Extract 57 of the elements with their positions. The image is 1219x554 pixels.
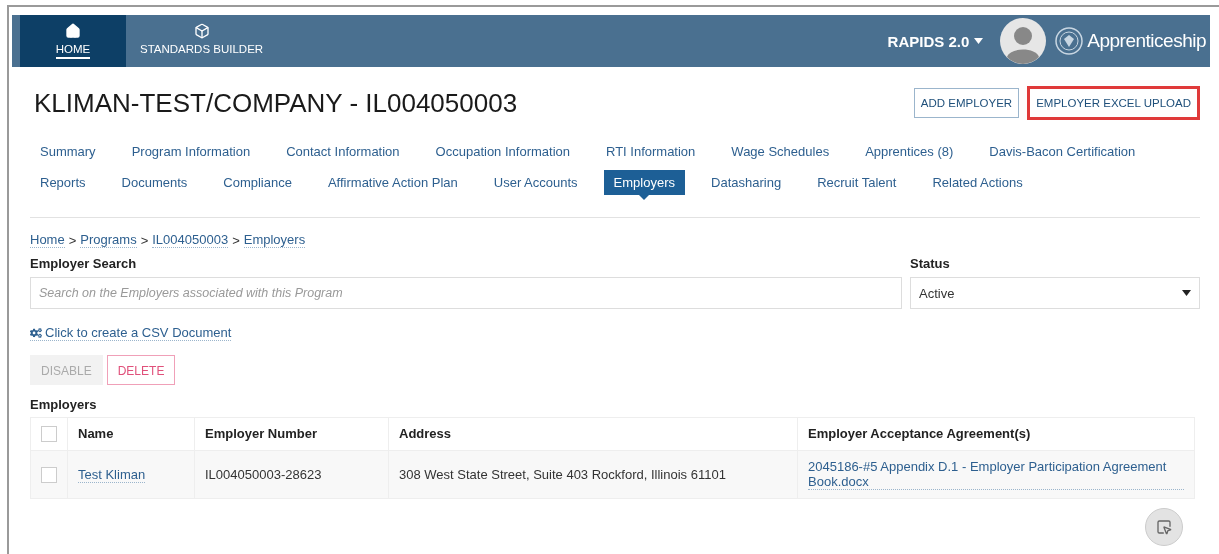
search-field[interactable]: Search on the Employers associated with this Program xyxy=(30,277,902,309)
column-header: Name xyxy=(67,417,195,451)
section-tab[interactable]: RTI Information xyxy=(596,139,706,164)
column-header: Employer Acceptance Agreement(s) xyxy=(797,417,1195,451)
section-tab[interactable]: Occupation Information xyxy=(425,139,580,164)
section-tab[interactable]: Contact Information xyxy=(276,139,410,164)
product-menu[interactable]: RAPIDS 2.0 xyxy=(881,15,990,67)
section-tab[interactable]: Wage Schedules xyxy=(721,139,840,164)
section-tab[interactable]: Recruit Talent xyxy=(807,170,907,195)
breadcrumb-link[interactable]: IL004050003 xyxy=(152,232,229,248)
status-dropdown[interactable]: Active xyxy=(910,277,1200,309)
nav-tab[interactable]: HOME xyxy=(20,15,126,67)
pointer-icon xyxy=(1156,519,1172,535)
caret-icon xyxy=(974,38,984,44)
breadcrumb-link[interactable]: Programs xyxy=(80,232,137,248)
avatar-icon[interactable] xyxy=(999,17,1048,65)
breadcrumb-separator: > xyxy=(68,232,77,248)
breadcrumb-link[interactable]: Employers xyxy=(243,232,306,248)
nav-tab[interactable]: STANDARDS BUILDER xyxy=(126,15,278,67)
bulk-action-button[interactable]: DELETE xyxy=(106,354,176,385)
column-header: Address xyxy=(388,417,798,451)
pointer-button[interactable] xyxy=(1145,508,1183,546)
breadcrumb-separator: > xyxy=(232,232,240,248)
breadcrumb-separator: > xyxy=(140,232,149,248)
table-cell: 308 West State Street, Suite 403 Rockford, Illinois 61101 xyxy=(388,450,798,499)
action-button[interactable]: ADD EMPLOYER xyxy=(913,88,1020,118)
row-checkbox[interactable] xyxy=(41,466,57,483)
seal-icon xyxy=(1055,27,1084,55)
section-tab[interactable]: Davis-Bacon Certification xyxy=(979,139,1146,164)
section-tab[interactable]: Documents xyxy=(111,170,198,195)
section-tab[interactable]: User Accounts xyxy=(483,170,588,195)
table-title: Employers xyxy=(30,396,98,412)
employer-link[interactable]: Test Kliman xyxy=(78,466,146,483)
search-label: Employer Search xyxy=(30,256,138,271)
select-all-checkbox[interactable] xyxy=(41,426,57,443)
section-tab[interactable]: Program Information xyxy=(121,139,261,164)
section-tab[interactable]: Summary xyxy=(30,139,106,164)
action-button[interactable]: EMPLOYER EXCEL UPLOAD xyxy=(1027,86,1200,120)
column-header: Employer Number xyxy=(194,417,389,451)
section-tab[interactable]: Affirmative Action Plan xyxy=(317,170,468,195)
section-tab[interactable]: Reports xyxy=(30,170,96,195)
cogs-icon xyxy=(30,326,42,339)
table-cell: IL004050003-28623 xyxy=(194,450,389,499)
page-title: KLIMAN-TEST/COMPANY - IL004050003 xyxy=(34,87,519,119)
breadcrumb-link[interactable]: Home xyxy=(30,232,65,248)
cube-icon xyxy=(193,23,210,39)
caret-icon xyxy=(1182,290,1191,296)
home-icon xyxy=(65,23,81,39)
status-label: Status xyxy=(910,256,951,271)
section-tab[interactable]: Compliance xyxy=(213,170,302,195)
tab-pointer-icon xyxy=(639,195,650,200)
section-tab[interactable]: Related Actions xyxy=(922,170,1033,195)
section-tab[interactable]: Apprentices (8) xyxy=(855,139,964,164)
section-tab[interactable]: Datasharing xyxy=(701,170,792,195)
brand-name: Apprenticeship xyxy=(1087,30,1206,52)
document-link[interactable]: 2045186-#5 Appendix D.1 - Employer Participation Agreement Book.docx xyxy=(808,459,1184,491)
csv-link[interactable]: Click to create a CSV Document xyxy=(30,325,232,341)
